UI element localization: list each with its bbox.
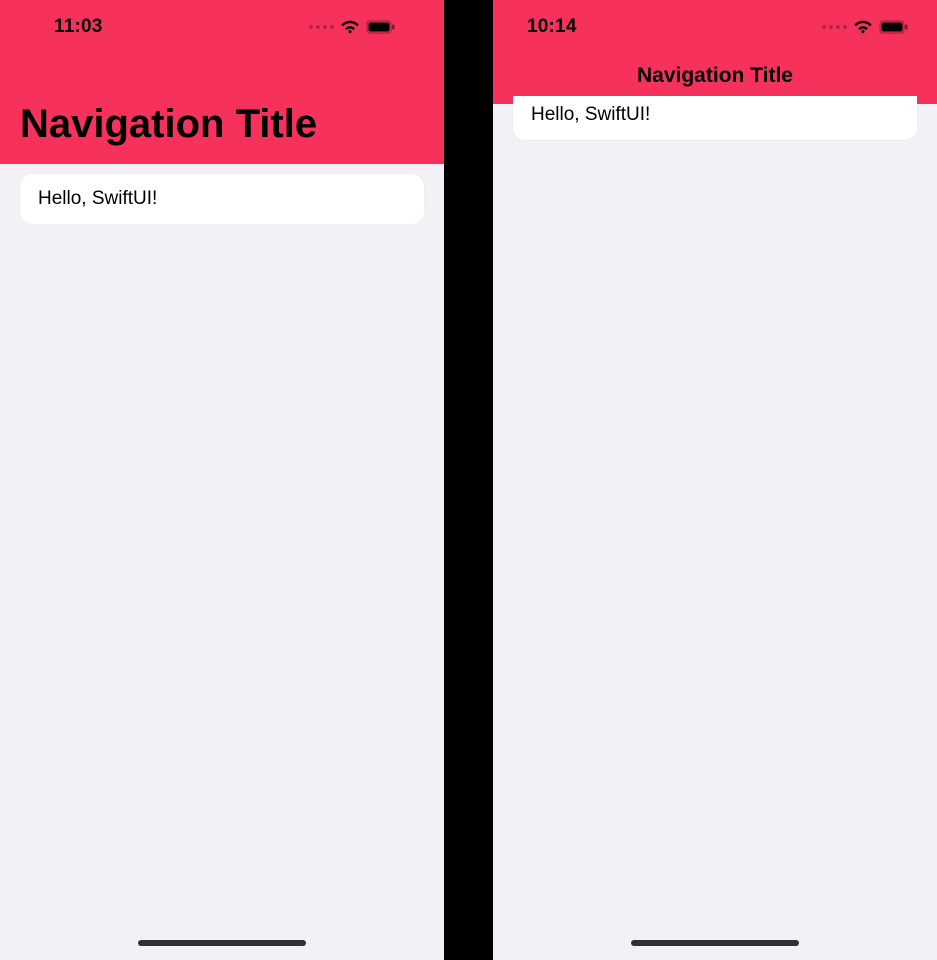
list-item-label: Hello, SwiftUI! [531, 104, 650, 125]
status-right [822, 20, 909, 34]
cellular-icon [309, 25, 334, 29]
status-right [309, 20, 396, 34]
navigation-bar-large: 11:03 Navigation Title [0, 0, 444, 164]
list[interactable]: Hello, SwiftUI! [0, 164, 444, 224]
cellular-icon [822, 25, 847, 29]
navigation-title: Navigation Title [20, 54, 424, 150]
list-item[interactable]: Hello, SwiftUI! [513, 96, 917, 140]
navigation-bar-inline: 10:14 Navigation Title [493, 0, 937, 104]
home-indicator[interactable] [631, 940, 799, 946]
status-bar: 10:14 [493, 0, 937, 54]
wifi-icon [853, 20, 873, 34]
navigation-title: Navigation Title [637, 64, 793, 88]
list-item[interactable]: Hello, SwiftUI! [20, 174, 424, 224]
wifi-icon [340, 20, 360, 34]
status-bar: 11:03 [20, 0, 424, 54]
battery-icon [879, 20, 909, 34]
status-time: 11:03 [54, 16, 103, 38]
list-item-label: Hello, SwiftUI! [38, 188, 157, 209]
status-time: 10:14 [527, 16, 577, 38]
home-indicator[interactable] [138, 940, 306, 946]
phone-inline-title: 10:14 Navigation Title Hello, SwiftUI! [493, 0, 937, 960]
battery-icon [366, 20, 396, 34]
phone-large-title: 11:03 Navigation Title Hello, SwiftUI! [0, 0, 444, 960]
